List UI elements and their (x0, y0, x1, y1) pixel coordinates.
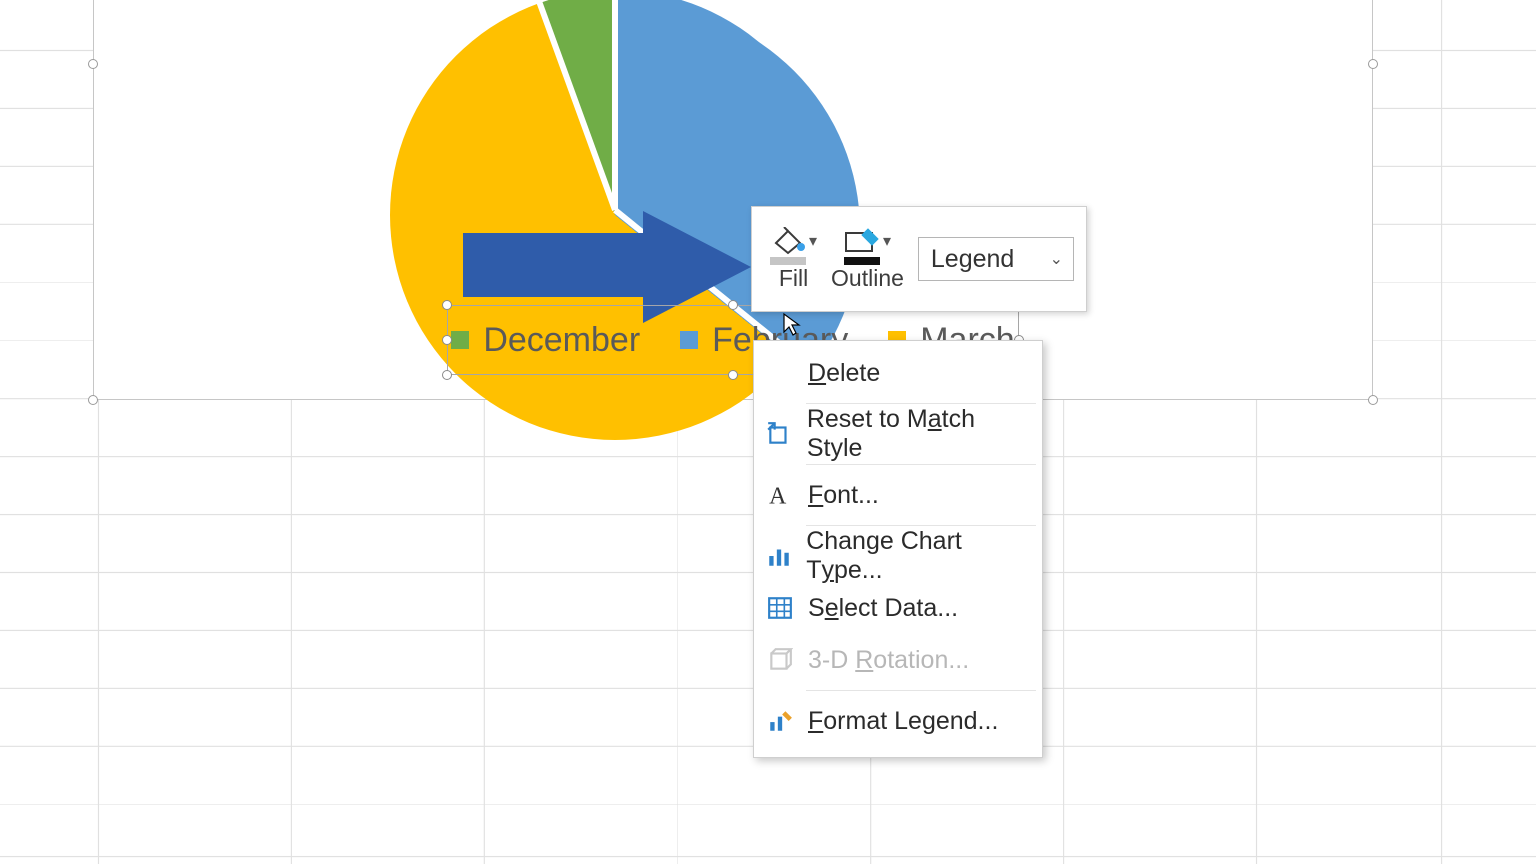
menu-format-legend[interactable]: Format Legend... (754, 695, 1042, 747)
chart-resize-handle[interactable] (88, 59, 98, 69)
chart-element-selector[interactable]: Legend ⌄ (918, 237, 1074, 281)
menu-3d-rotation: 3-D Rotation... (754, 634, 1042, 686)
menu-label: Reset to Match Style (807, 405, 1028, 463)
blank-icon (766, 359, 794, 387)
menu-select-data[interactable]: Select Data... (754, 582, 1042, 634)
menu-label: Change Chart Type... (806, 527, 1028, 585)
selection-handle[interactable] (442, 300, 452, 310)
bar-chart-icon (766, 542, 792, 570)
outline-label: Outline (831, 265, 904, 292)
chevron-down-icon[interactable]: ▾ (809, 231, 817, 261)
legend-item-december[interactable]: December (451, 321, 640, 360)
pencil-outline-icon (844, 227, 880, 261)
combo-value: Legend (931, 245, 1014, 274)
menu-separator (806, 464, 1036, 465)
data-grid-icon (766, 594, 794, 622)
selection-handle[interactable] (442, 335, 452, 345)
menu-label: 3-D Rotation... (808, 646, 969, 675)
mini-toolbar: ▾ Fill ▾ Outline Legend ⌄ (751, 206, 1087, 312)
menu-separator (806, 525, 1036, 526)
menu-separator (806, 403, 1036, 404)
outline-button[interactable]: ▾ Outline (831, 227, 904, 292)
chevron-down-icon[interactable]: ▾ (883, 231, 891, 261)
menu-label: Select Data... (808, 594, 958, 623)
selection-handle[interactable] (442, 370, 452, 380)
legend-label: December (483, 321, 640, 360)
menu-reset-match-style[interactable]: Reset to Match Style (754, 408, 1042, 460)
format-chart-icon (766, 707, 794, 735)
legend-swatch (680, 331, 698, 349)
menu-label: Format Legend... (808, 707, 998, 736)
menu-change-chart-type[interactable]: Change Chart Type... (754, 530, 1042, 582)
reset-icon (766, 420, 793, 448)
chart-resize-handle[interactable] (1368, 395, 1378, 405)
context-menu: Delete Reset to Match Style A Font... Ch… (753, 340, 1043, 758)
menu-label: Delete (808, 359, 880, 388)
menu-label: Font... (808, 481, 879, 510)
menu-font[interactable]: A Font... (754, 469, 1042, 521)
selection-handle[interactable] (728, 300, 738, 310)
chart-resize-handle[interactable] (1368, 59, 1378, 69)
cube-icon (766, 646, 794, 674)
chart-resize-handle[interactable] (88, 395, 98, 405)
paint-bucket-icon (770, 227, 806, 261)
chevron-down-icon: ⌄ (1050, 249, 1063, 269)
legend-swatch (451, 331, 469, 349)
svg-text:A: A (769, 484, 787, 508)
menu-delete[interactable]: Delete (754, 347, 1042, 399)
fill-label: Fill (779, 265, 808, 292)
font-letter-icon: A (766, 481, 794, 509)
fill-button[interactable]: ▾ Fill (770, 227, 817, 292)
menu-separator (806, 690, 1036, 691)
selection-handle[interactable] (728, 370, 738, 380)
